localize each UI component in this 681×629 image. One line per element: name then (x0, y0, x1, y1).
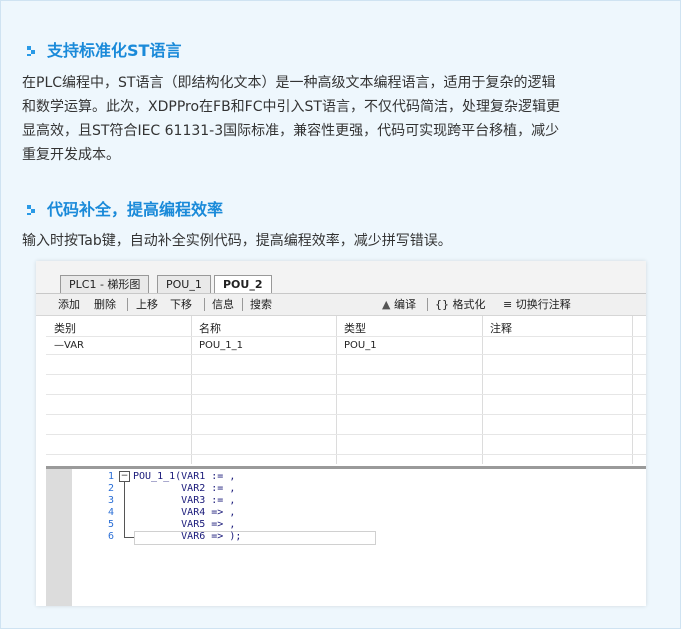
line-number: 4 (107, 507, 114, 518)
column-divider (482, 316, 483, 464)
code-line[interactable]: VAR6 => ); (133, 531, 241, 542)
code-line[interactable]: VAR5 => , (133, 519, 235, 530)
compile-button[interactable]: ▲ 编译 (382, 297, 416, 312)
column-divider (632, 316, 633, 464)
toggle-comment-button[interactable]: ≡ 切换行注释 (503, 297, 571, 312)
comment-lines-icon: ≡ (503, 298, 513, 311)
body-line: 重复开发成本。 (22, 147, 120, 163)
format-label: 格式化 (452, 298, 486, 311)
code-line[interactable]: VAR4 => , (133, 507, 235, 518)
toolbar-divider (427, 298, 428, 311)
compile-icon: ▲ (382, 298, 391, 311)
code-editor[interactable]: − 1 POU_1_1(VAR1 := , 2 VAR2 := , 3 VAR3… (46, 469, 646, 606)
row-divider (46, 354, 646, 355)
move-down-button[interactable]: 下移 (170, 297, 192, 312)
row-divider (46, 414, 646, 415)
toolbar-divider (127, 298, 128, 311)
code-line[interactable]: VAR2 := , (133, 483, 235, 494)
row-divider (46, 434, 646, 435)
column-divider (191, 316, 192, 464)
section-st-title: 支持标准化ST语言 (47, 41, 182, 60)
row-divider (46, 374, 646, 375)
delete-button[interactable]: 删除 (94, 297, 116, 312)
search-button[interactable]: 搜索 (250, 297, 272, 312)
editor-gutter (46, 469, 72, 606)
toolbar-divider (204, 298, 205, 311)
section-st-heading: 支持标准化ST语言 (27, 37, 181, 61)
body-line: 显高效，且ST符合IEC 61131-3国际标准，兼容性更强，代码可实现跨平台移… (22, 123, 560, 139)
editor-screenshot: PLC1 - 梯形图 POU_1 POU_2 添加 删除 上移 下移 信息 搜索… (36, 261, 646, 606)
row-divider (46, 394, 646, 395)
column-divider (336, 316, 337, 464)
row-divider (46, 454, 646, 455)
add-button[interactable]: 添加 (58, 297, 80, 312)
line-number: 6 (107, 531, 114, 542)
column-header-name[interactable]: 名称 (199, 320, 221, 336)
editor-toolbar: 添加 删除 上移 下移 信息 搜索 ▲ 编译 {} 格式化 ≡ 切换行注释 (36, 293, 646, 316)
line-number: 1 (107, 471, 114, 482)
section-complete-body: 输入时按Tab键，自动补全实例代码，提高编程效率，减少拼写错误。 (22, 233, 452, 249)
row-divider (46, 336, 646, 337)
compile-label: 编译 (393, 298, 416, 311)
line-number: 2 (107, 483, 114, 494)
tab-pou-1[interactable]: POU_1 (157, 275, 211, 294)
editor-tab-bar: PLC1 - 梯形图 POU_1 POU_2 (36, 261, 646, 294)
code-line[interactable]: POU_1_1(VAR1 := , (133, 471, 235, 482)
info-button[interactable]: 信息 (212, 297, 234, 312)
toggle-comment-label: 切换行注释 (515, 298, 571, 311)
bullet-icon (27, 42, 39, 56)
variable-table: 类别 名称 类型 注释 —VAR POU_1_1 POU_1 (46, 316, 646, 468)
section-complete-title: 代码补全，提高编程效率 (47, 200, 224, 219)
line-number: 3 (107, 495, 114, 506)
tab-plc1-ladder[interactable]: PLC1 - 梯形图 (60, 275, 150, 294)
bullet-icon (27, 201, 39, 215)
cell-category[interactable]: —VAR (54, 340, 84, 351)
format-button[interactable]: {} 格式化 (435, 297, 486, 312)
section-complete-heading: 代码补全，提高编程效率 (27, 196, 223, 220)
column-header-type[interactable]: 类型 (344, 320, 366, 336)
cell-type[interactable]: POU_1 (344, 340, 377, 351)
fold-guide (124, 482, 125, 538)
column-header-category[interactable]: 类别 (54, 320, 76, 336)
move-up-button[interactable]: 上移 (136, 297, 158, 312)
collapse-icon[interactable]: − (119, 471, 130, 482)
toolbar-divider (242, 298, 243, 311)
column-header-comment[interactable]: 注释 (490, 320, 512, 336)
cell-name[interactable]: POU_1_1 (199, 340, 243, 351)
content-card: 支持标准化ST语言 在PLC编程中，ST语言（即结构化文本）是一种高级文本编程语… (0, 0, 681, 629)
braces-icon: {} (435, 298, 449, 311)
code-line[interactable]: VAR3 := , (133, 495, 235, 506)
tab-pou-2[interactable]: POU_2 (214, 275, 272, 294)
section-st-body: 在PLC编程中，ST语言（即结构化文本）是一种高级文本编程语言，适用于复杂的逻辑… (22, 71, 662, 167)
body-line: 和数学运算。此次，XDPPro在FB和FC中引入ST语言，不仅代码简洁，处理复杂… (22, 99, 560, 115)
line-number: 5 (107, 519, 114, 530)
body-line: 在PLC编程中，ST语言（即结构化文本）是一种高级文本编程语言，适用于复杂的逻辑 (22, 75, 556, 91)
